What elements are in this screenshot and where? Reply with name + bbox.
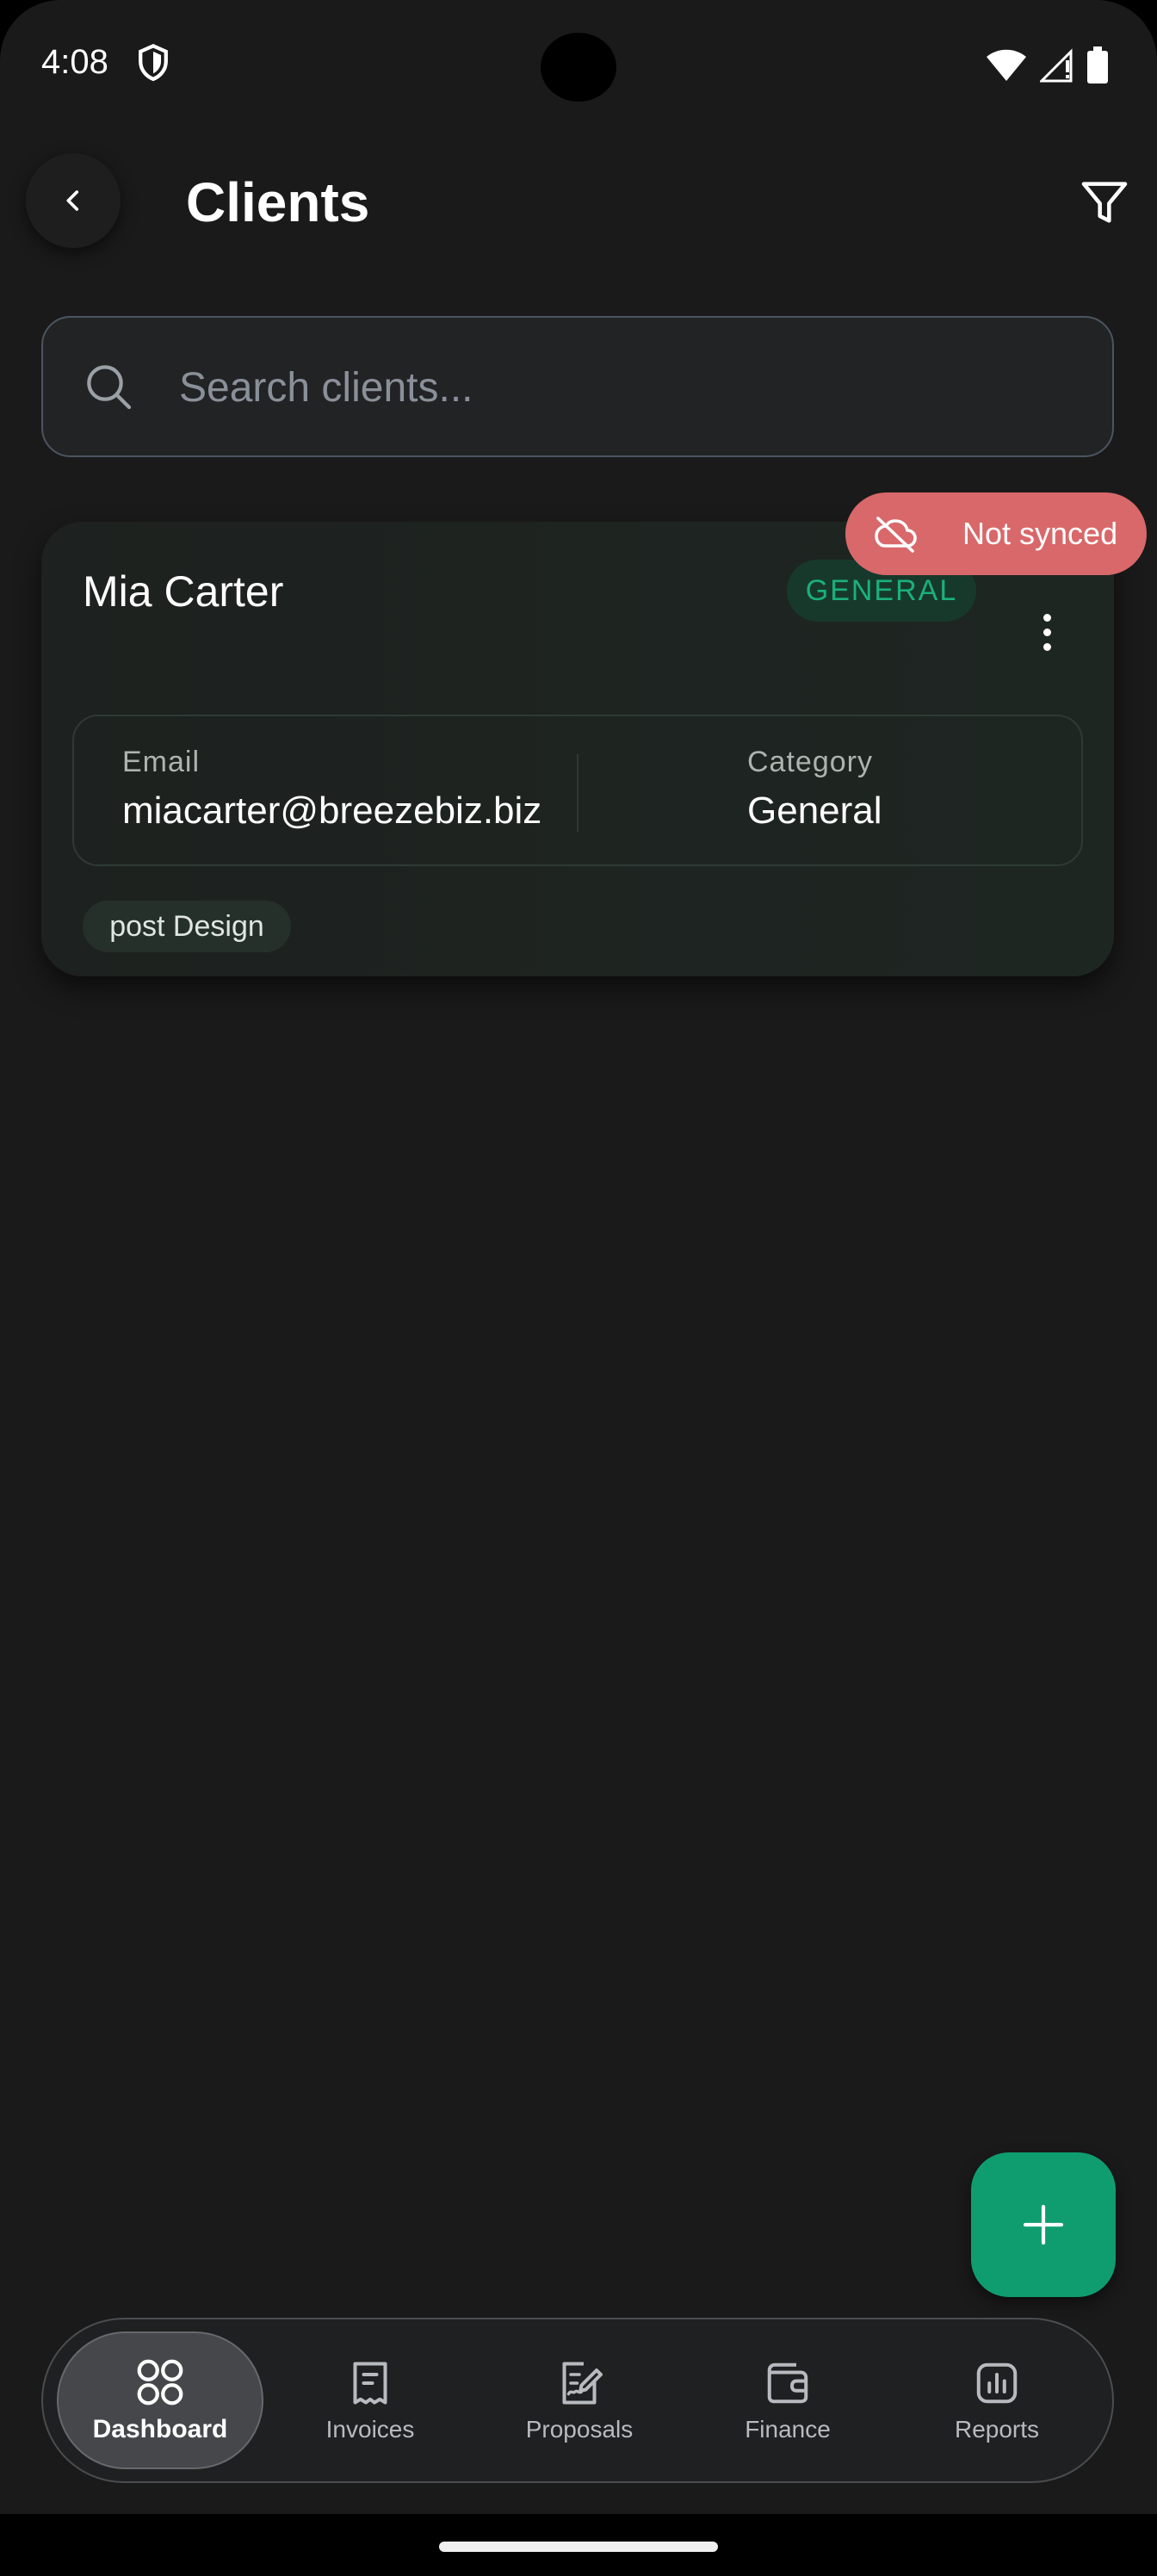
battery-icon: [1087, 46, 1108, 84]
more-vert-icon: [1043, 613, 1051, 622]
wifi-icon: [987, 49, 1026, 81]
top-app-bar: Clients: [0, 146, 1157, 258]
plus-icon: [1023, 2204, 1064, 2245]
sync-status-badge: Not synced: [845, 492, 1147, 575]
add-client-button[interactable]: [971, 2152, 1116, 2297]
cloud-off-icon: [875, 517, 917, 553]
nav-item-finance[interactable]: Finance: [684, 2331, 891, 2469]
nav-item-proposals[interactable]: Proposals: [476, 2331, 683, 2469]
category-value: General: [747, 790, 882, 832]
chevron-left-icon: [66, 190, 79, 211]
client-name: Mia Carter: [83, 567, 284, 616]
edit-document-icon: [562, 2362, 603, 2405]
search-bar: [41, 316, 1114, 457]
search-icon: [87, 365, 132, 410]
nav-label-dashboard: Dashboard: [92, 2415, 228, 2443]
back-button[interactable]: [26, 153, 121, 248]
category-label: Category: [747, 746, 873, 778]
app-screen: 4:08 Clients Search clients... Mia Carte…: [0, 0, 1157, 2514]
client-info-box: Email miacarter@breezebiz.biz Category G…: [72, 715, 1083, 866]
page-title: Clients: [186, 171, 370, 233]
bottom-navigation: Dashboard Invoices Proposals Finance Rep…: [41, 2318, 1114, 2483]
home-indicator[interactable]: [439, 2542, 718, 2552]
nav-label-finance: Finance: [745, 2416, 831, 2443]
shield-icon: [139, 43, 168, 82]
sync-status-label: Not synced: [962, 516, 1118, 551]
email-value: miacarter@breezebiz.biz: [122, 790, 542, 832]
status-icons: [985, 46, 1109, 84]
category-section: Category General: [747, 746, 882, 833]
email-section: Email miacarter@breezebiz.biz: [122, 746, 541, 833]
nav-item-dashboard[interactable]: Dashboard: [57, 2331, 263, 2469]
nav-item-reports[interactable]: Reports: [894, 2331, 1100, 2469]
more-options-button[interactable]: [1023, 599, 1071, 665]
email-label: Email: [122, 746, 201, 778]
filter-icon: [1081, 182, 1128, 223]
nav-label-reports: Reports: [954, 2416, 1040, 2443]
tag-chip: post Design: [83, 901, 291, 952]
nav-label-proposals: Proposals: [525, 2416, 634, 2443]
camera-cutout: [541, 33, 616, 102]
nav-item-invoices[interactable]: Invoices: [267, 2331, 473, 2469]
status-time: 4:08: [41, 43, 108, 81]
search-input[interactable]: [177, 352, 1076, 423]
client-card[interactable]: Mia Carter GENERAL Email miacarter@breez…: [41, 522, 1114, 976]
bar-chart-icon: [976, 2362, 1018, 2404]
info-divider: [577, 754, 578, 832]
cellular-signal-icon: [1040, 48, 1073, 83]
dashboard-icon: [137, 2359, 183, 2406]
status-bar: 4:08: [0, 0, 1157, 129]
filter-button[interactable]: [1074, 172, 1135, 232]
nav-label-invoices: Invoices: [325, 2416, 415, 2443]
wallet-icon: [767, 2362, 808, 2404]
receipt-icon: [353, 2362, 387, 2405]
